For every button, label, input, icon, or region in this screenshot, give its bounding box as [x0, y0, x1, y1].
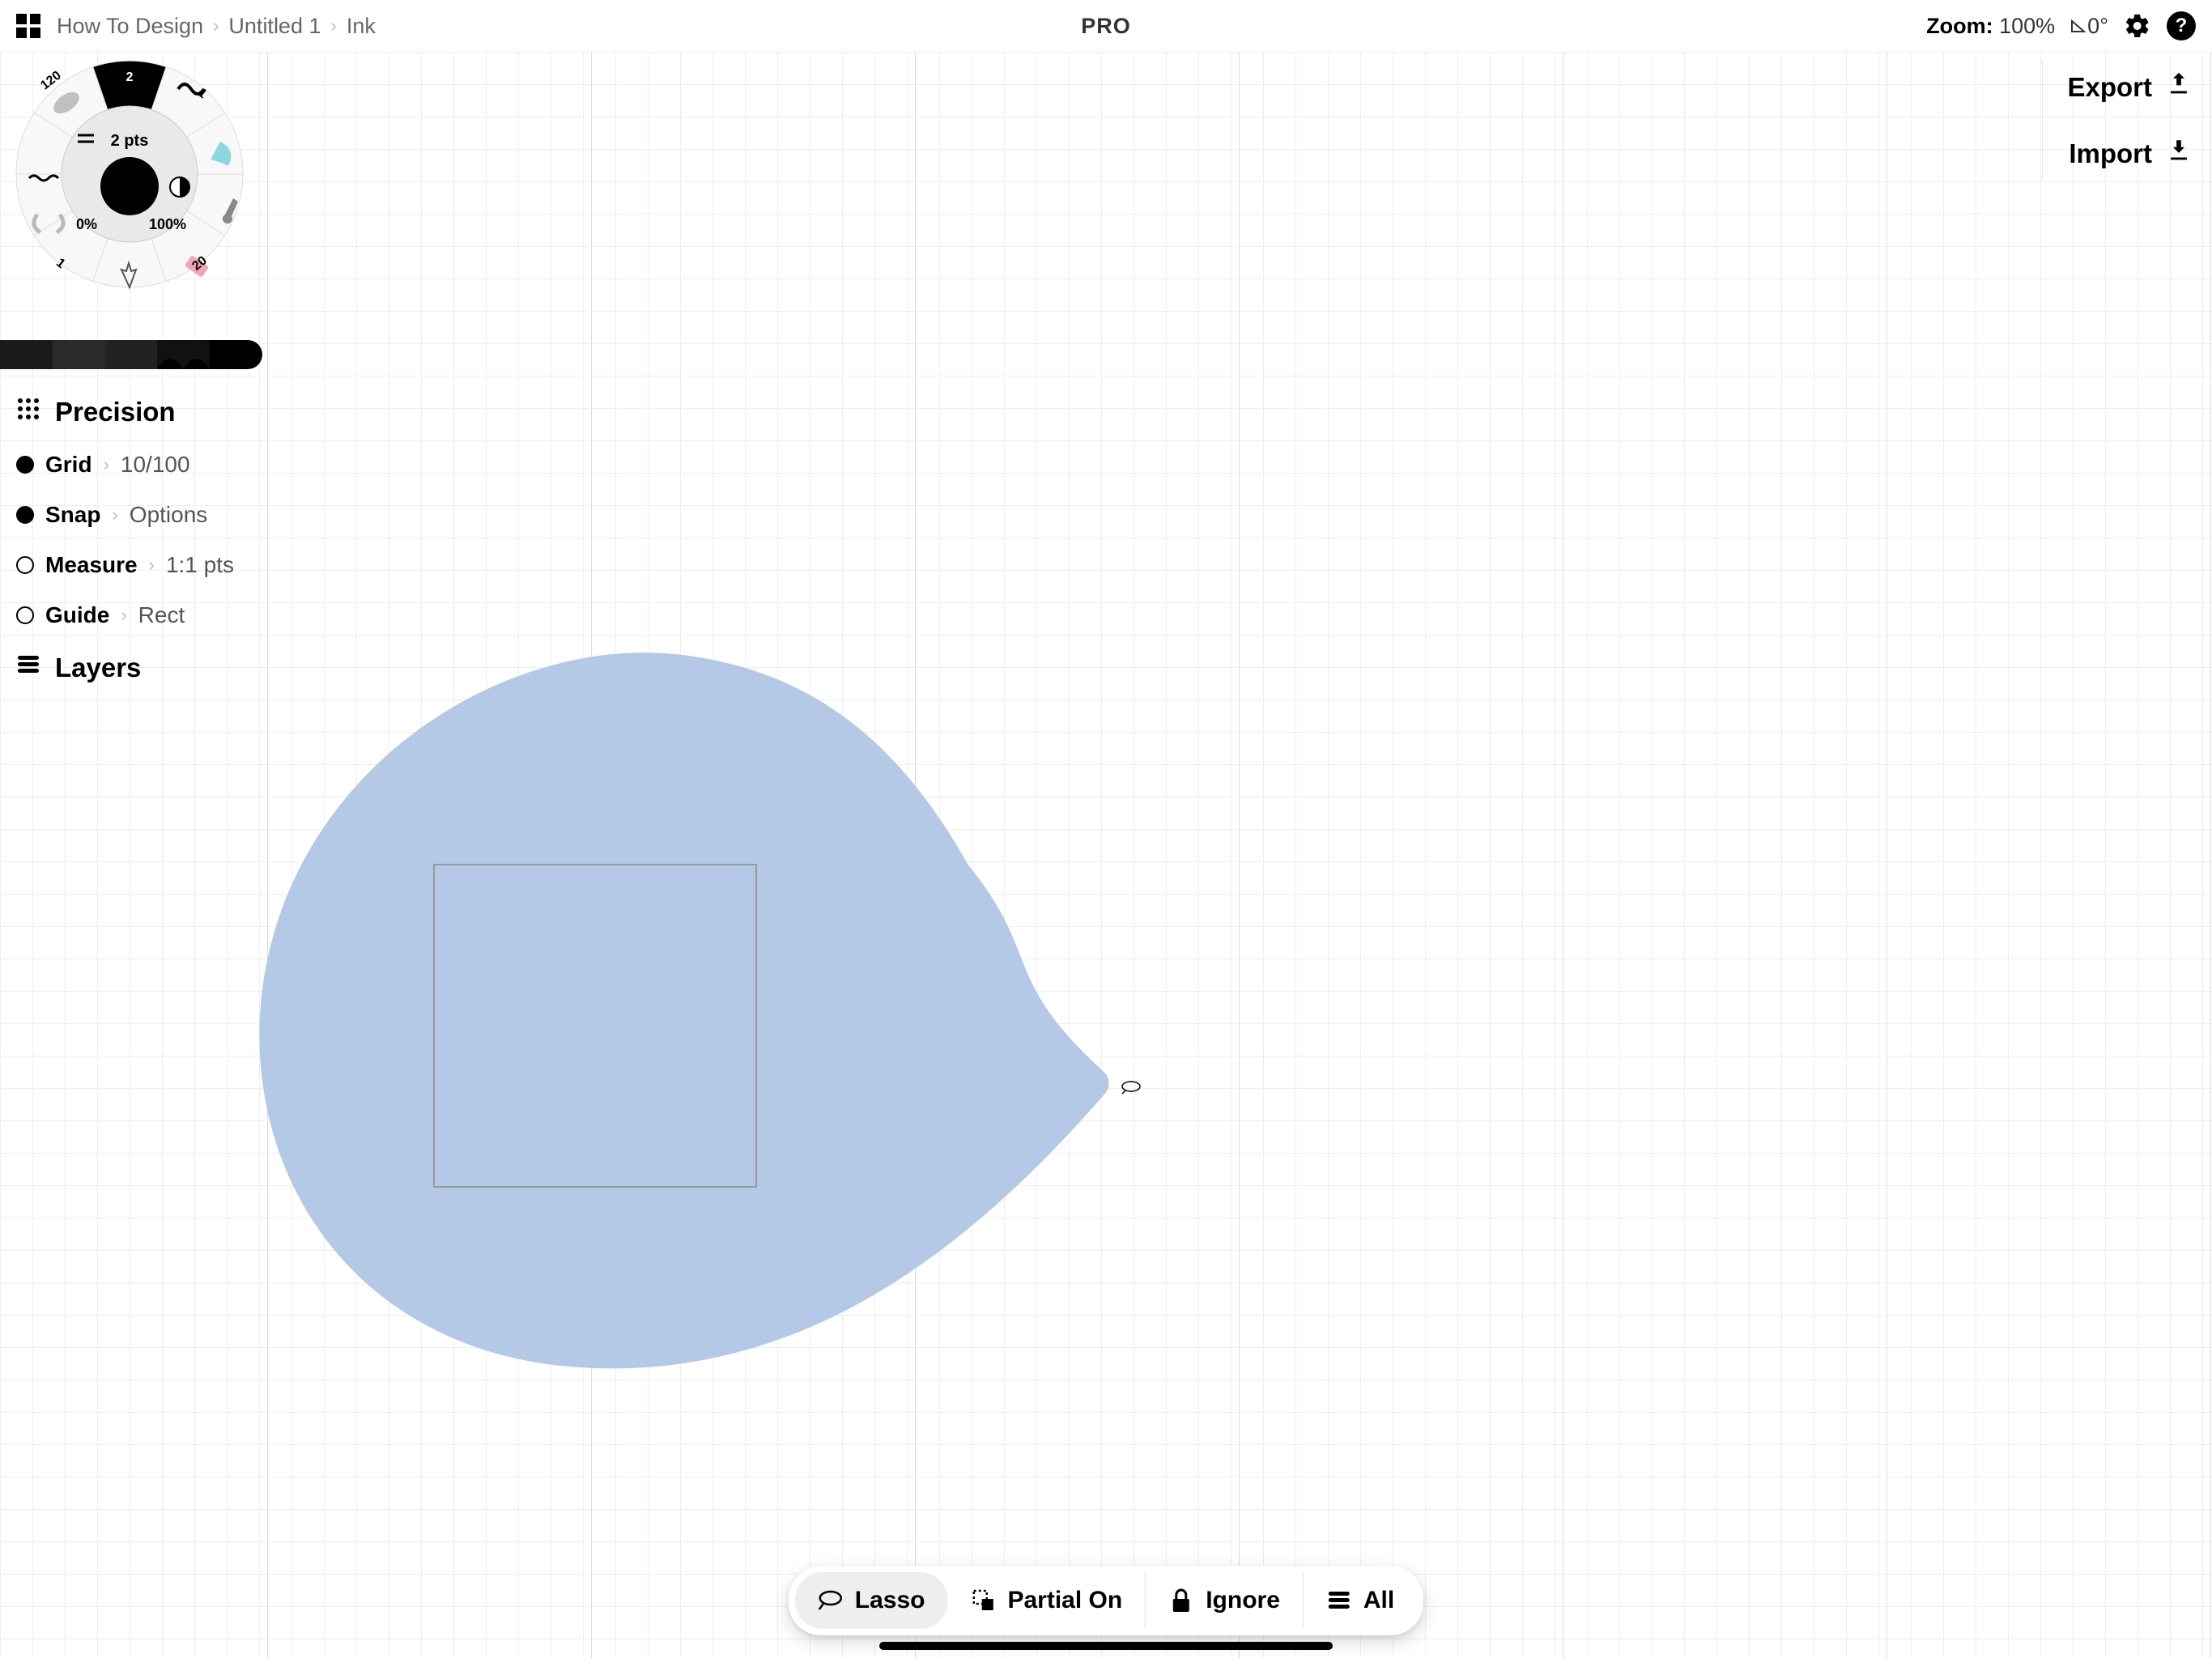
selection-mode-toolbar: Lasso Partial On Ignore All: [789, 1566, 1423, 1635]
layers-section-header[interactable]: Layers: [16, 653, 251, 683]
all-mode-button[interactable]: All: [1304, 1572, 1417, 1629]
help-icon[interactable]: ?: [2167, 11, 2196, 40]
lasso-mode-button[interactable]: Lasso: [795, 1572, 948, 1629]
export-button[interactable]: Export: [2067, 70, 2193, 104]
home-grid-icon[interactable]: [16, 14, 40, 38]
import-button[interactable]: Import: [2069, 137, 2193, 171]
chevron-right-icon: ›: [331, 15, 337, 36]
left-panel: Precision Grid › 10/100 Snap › Options M…: [16, 397, 251, 683]
opacity-right-label: 100%: [149, 216, 186, 233]
guide-row[interactable]: Guide › Rect: [16, 602, 251, 628]
lock-icon: [1168, 1588, 1194, 1613]
breadcrumb-item-2[interactable]: Untitled 1: [228, 14, 321, 39]
measure-toggle[interactable]: [16, 556, 34, 574]
breadcrumb: How To Design › Untitled 1 › Ink: [57, 14, 376, 39]
home-indicator: [879, 1642, 1333, 1650]
lasso-cursor-icon: [1121, 1080, 1142, 1095]
partial-selection-icon: [970, 1588, 996, 1613]
guide-toggle[interactable]: [16, 606, 34, 624]
layers-icon: [1326, 1588, 1352, 1613]
grid-row[interactable]: Grid › 10/100: [16, 452, 251, 478]
partial-mode-button[interactable]: Partial On: [947, 1572, 1146, 1629]
breadcrumb-item-3[interactable]: Ink: [347, 14, 376, 39]
layers-stack-icon: [16, 653, 40, 683]
export-icon: [2165, 70, 2193, 104]
measure-row[interactable]: Measure › 1:1 pts: [16, 552, 251, 578]
angle-icon: [2069, 17, 2087, 35]
grid-dots-icon: [16, 397, 40, 427]
brush-size-label[interactable]: 2 pts: [8, 132, 251, 151]
zoom-value[interactable]: 100%: [1999, 14, 2055, 38]
precision-section-header[interactable]: Precision: [16, 397, 251, 427]
selection-bounding-rect: [433, 864, 757, 1188]
ignore-mode-button[interactable]: Ignore: [1146, 1572, 1304, 1629]
rotation-value[interactable]: 0°: [2069, 14, 2108, 39]
pro-badge: PRO: [1081, 14, 1131, 39]
import-icon: [2165, 137, 2193, 171]
zoom-label: Zoom:: [1926, 14, 1993, 38]
lasso-icon: [818, 1588, 844, 1613]
breadcrumb-item-1[interactable]: How To Design: [57, 14, 203, 39]
brush-tool-wheel[interactable]: 2 pts 2 0% 100% 120 1 1 20: [8, 45, 251, 295]
recent-colors-strip[interactable]: [0, 340, 262, 369]
settings-gear-icon[interactable]: [2123, 11, 2152, 40]
snap-toggle[interactable]: [16, 506, 34, 524]
right-actions: Export Import: [2042, 61, 2193, 181]
opacity-left-label: 0%: [76, 216, 97, 233]
top-bar: How To Design › Untitled 1 › Ink PRO Zoo…: [0, 0, 2212, 52]
grid-toggle[interactable]: [16, 456, 34, 474]
chevron-right-icon: ›: [213, 15, 219, 36]
snap-row[interactable]: Snap › Options: [16, 502, 251, 528]
drawing-canvas[interactable]: [0, 52, 2212, 1658]
